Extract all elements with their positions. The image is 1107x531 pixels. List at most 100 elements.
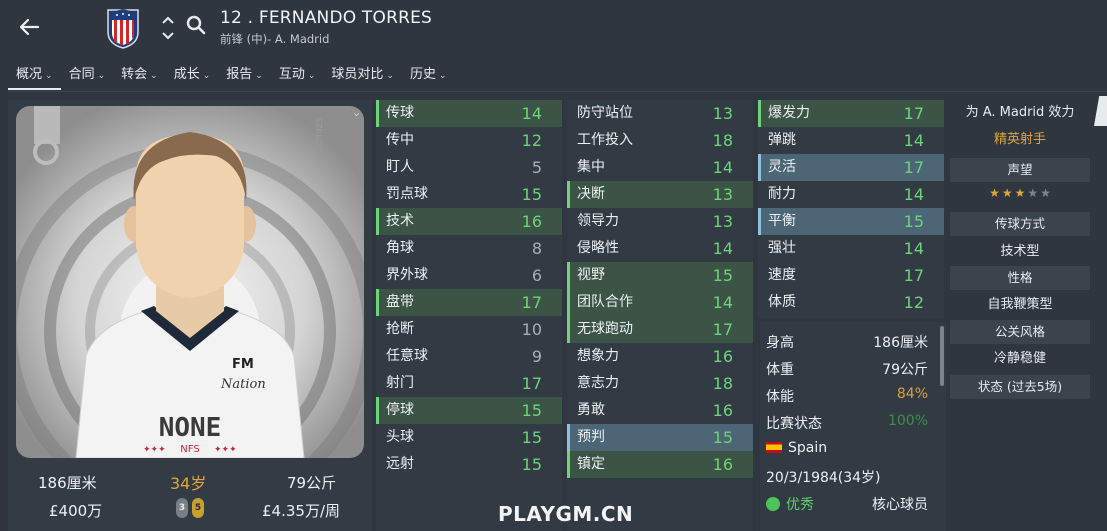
info-height-value: 186厘米 — [873, 335, 928, 351]
attribute-row[interactable]: 头球 15 — [376, 424, 562, 451]
attribute-row[interactable]: 领导力 13 — [567, 208, 753, 235]
chevron-down-icon: ⌄ — [386, 71, 394, 81]
reputation-label: 声望 — [950, 158, 1090, 182]
attribute-row[interactable]: 强壮 14 — [758, 235, 944, 262]
attribute-row[interactable]: 速度 17 — [758, 262, 944, 289]
attribute-row[interactable]: 传球 14 — [376, 100, 562, 127]
tab-overview[interactable]: 概况 ⌄ — [8, 62, 61, 90]
back-arrow-icon[interactable] — [14, 12, 44, 42]
attribute-row[interactable]: 技术 16 — [376, 208, 562, 235]
attribute-row[interactable]: 停球 15 — [376, 397, 562, 424]
player-portrait: SZREDDOT FM Nation NONE NFS ✦✦✦ ✦✦✦ — [16, 106, 364, 458]
summary-age: 34岁 — [170, 474, 207, 493]
tab-development[interactable]: 成长 ⌄ — [166, 62, 219, 90]
info-nationality: Spain — [766, 440, 827, 456]
tab-label: 合同 — [68, 67, 95, 82]
attribute-name: 工作投入 — [577, 132, 633, 148]
star-empty-icon: ★ — [1040, 186, 1051, 200]
shirt-name-text: NONE — [159, 413, 222, 443]
attribute-row[interactable]: 弹跳 14 — [758, 127, 944, 154]
attribute-name: 灵活 — [768, 159, 796, 175]
attribute-row[interactable]: 预判 15 — [567, 424, 753, 451]
profile-tabs: 概况 ⌄ 合同 ⌄ 转会 ⌄ 成长 ⌄ 报告 ⌄ 互动 ⌄ 球员对比 ⌄ 历史 ⌄ — [8, 62, 455, 92]
attribute-row[interactable]: 传中 12 — [376, 127, 562, 154]
attribute-row[interactable]: 盘带 17 — [376, 289, 562, 316]
attribute-row[interactable]: 无球跑动 17 — [567, 316, 753, 343]
attribute-value: 12 — [903, 293, 924, 312]
summary-height: 186厘米 — [38, 474, 97, 492]
attribute-name: 停球 — [386, 402, 414, 418]
efficiency-label: 为 A. Madrid 效力 — [965, 105, 1075, 120]
attribute-name: 体质 — [768, 294, 796, 310]
attribute-row[interactable]: 视野 15 — [567, 262, 753, 289]
attribute-row[interactable]: 意志力 18 — [567, 370, 753, 397]
star-filled-icon: ★ — [1014, 186, 1026, 200]
attribute-row[interactable]: 防守站位 13 — [567, 100, 753, 127]
attribute-value: 13 — [712, 104, 733, 123]
attribute-value: 14 — [521, 104, 542, 123]
tab-label: 概况 — [16, 67, 43, 82]
tab-transfer[interactable]: 转会 ⌄ — [113, 62, 166, 90]
summary-weight: 79公斤 — [287, 474, 337, 492]
attribute-row[interactable]: 体质 12 — [758, 289, 944, 316]
prev-next-player-icon[interactable] — [160, 14, 176, 42]
attribute-row[interactable]: 耐力 14 — [758, 181, 944, 208]
shirt-sub-text: NFS — [180, 444, 199, 455]
attribute-value: 10 — [521, 320, 542, 339]
watermark-text: PLAYGM.CN — [498, 502, 634, 526]
attribute-value: 17 — [903, 266, 924, 285]
attribute-row[interactable]: 勇敢 16 — [567, 397, 753, 424]
info-morale: 优秀 — [766, 494, 814, 514]
attribute-name: 盘带 — [386, 294, 414, 310]
recent-form-label: 状态 (过去5场) — [950, 375, 1090, 399]
attribute-row[interactable]: 抢断 10 — [376, 316, 562, 343]
attribute-row[interactable]: 角球 8 — [376, 235, 562, 262]
tab-compare[interactable]: 球员对比 ⌄ — [323, 62, 402, 90]
attribute-row[interactable]: 罚点球 15 — [376, 181, 562, 208]
tab-label: 球员对比 — [331, 67, 384, 82]
chevron-down-icon: ⌄ — [438, 71, 447, 81]
attribute-name: 抢断 — [386, 321, 414, 337]
attribute-name: 领导力 — [577, 213, 619, 229]
attribute-name: 防守站位 — [577, 105, 633, 121]
morale-text: 优秀 — [786, 497, 814, 513]
attribute-name: 强壮 — [768, 240, 796, 256]
attribute-row[interactable]: 界外球 6 — [376, 262, 562, 289]
attribute-value: 15 — [521, 185, 542, 204]
attribute-row[interactable]: 侵略性 14 — [567, 235, 753, 262]
tab-history[interactable]: 历史 ⌄ — [402, 62, 455, 90]
attribute-name: 无球跑动 — [577, 321, 633, 337]
attribute-row[interactable]: 灵活 17 — [758, 154, 944, 181]
attribute-name: 角球 — [386, 240, 414, 256]
attribute-value: 8 — [531, 239, 542, 258]
attribute-row[interactable]: 团队合作 14 — [567, 289, 753, 316]
attribute-row[interactable]: 想象力 16 — [567, 343, 753, 370]
attribute-row[interactable]: 任意球 9 — [376, 343, 562, 370]
attribute-row[interactable]: 盯人 5 — [376, 154, 562, 181]
attribute-value: 6 — [531, 266, 542, 285]
tab-contract[interactable]: 合同 ⌄ — [61, 62, 114, 90]
attribute-row[interactable]: 决断 13 — [567, 181, 753, 208]
physical-scrollbar[interactable] — [940, 326, 944, 386]
tab-reports[interactable]: 报告 ⌄ — [218, 62, 271, 90]
attribute-row[interactable]: 工作投入 18 — [567, 127, 753, 154]
attribute-row[interactable]: 远射 15 — [376, 451, 562, 478]
attribute-row[interactable]: 平衡 15 — [758, 208, 944, 235]
search-icon[interactable] — [185, 14, 207, 36]
tab-divider — [8, 91, 1107, 92]
attribute-row[interactable]: 集中 14 — [567, 154, 753, 181]
attribute-row[interactable]: 射门 17 — [376, 370, 562, 397]
reputation-stars: ★ ★ ★ ★ ★ — [950, 186, 1090, 200]
attribute-value: 14 — [712, 293, 733, 312]
tab-interaction[interactable]: 互动 ⌄ — [271, 62, 324, 90]
attribute-row[interactable]: 镇定 16 — [567, 451, 753, 478]
portrait-menu-chevron-icon[interactable]: ⌄ — [352, 106, 361, 119]
attribute-value: 18 — [712, 374, 733, 393]
svg-text:✦✦✦: ✦✦✦ — [143, 445, 166, 455]
attribute-value: 16 — [712, 347, 733, 366]
tab-label: 报告 — [226, 67, 253, 82]
physical-info-box: 身高 186厘米 体重 79公斤 体能 84% 比赛状态 100% Spain … — [760, 322, 946, 531]
media-style-value: 冷静稳健 — [993, 351, 1046, 366]
attribute-row[interactable]: 爆发力 17 — [758, 100, 944, 127]
club-crest-icon — [107, 9, 139, 49]
